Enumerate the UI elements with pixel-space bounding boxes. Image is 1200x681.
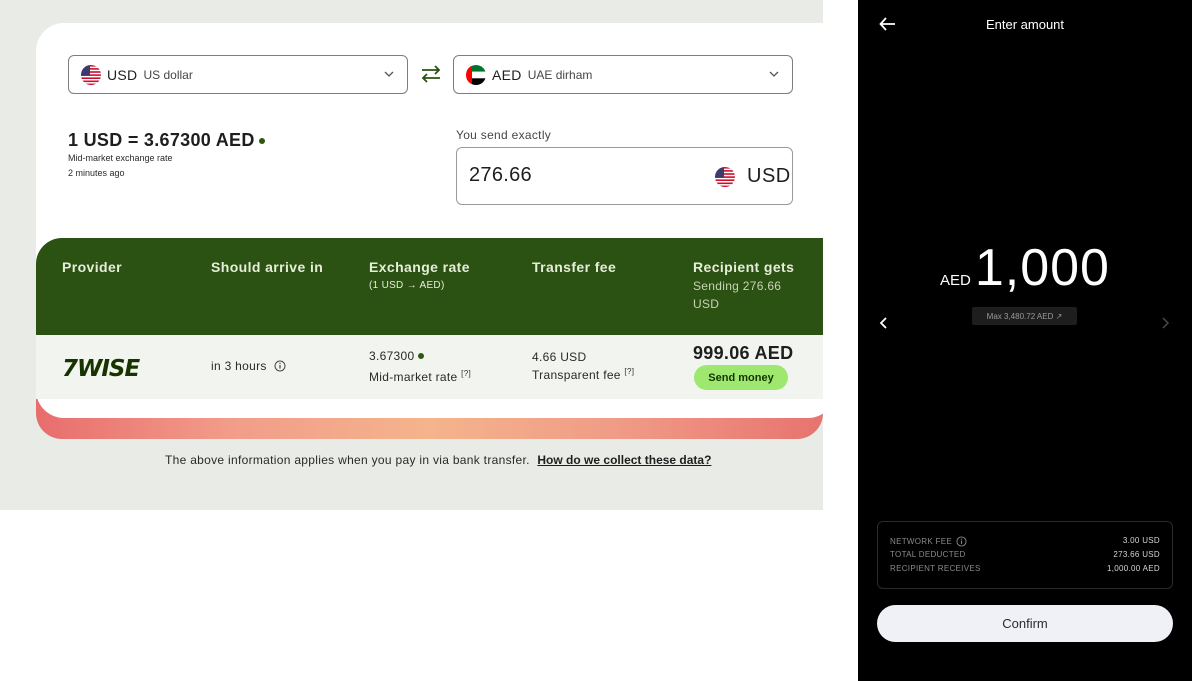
arrival-time: in 3 hours	[211, 359, 286, 373]
fee-summary: NETWORK FEE 3.00 USD TOTAL DEDUCTED 273.…	[877, 521, 1173, 589]
recipient-receives-value: 1,000.00 AED	[1107, 564, 1160, 573]
send-currency-code: USD	[747, 165, 791, 187]
max-amount-button[interactable]: Max 3,480.72 AED ↗	[972, 307, 1077, 325]
send-currency: USD	[703, 165, 791, 188]
header-arrive: Should arrive in	[211, 259, 324, 275]
confirm-button[interactable]: Confirm	[877, 605, 1173, 642]
fee-type-text: Transparent fee	[532, 368, 621, 382]
live-rate-dot-icon	[258, 137, 265, 144]
rate-help-link[interactable]: [?]	[461, 369, 471, 378]
arrival-time-text: in 3 hours	[211, 359, 267, 373]
rate-value: 3.67300	[369, 349, 425, 363]
from-currency-name: US dollar	[143, 67, 193, 82]
rate-note: Mid-market exchange rate	[68, 153, 173, 163]
recipient-amount: 999.06 AED	[693, 343, 794, 363]
recipient-receives-label: RECIPIENT RECEIVES	[890, 564, 981, 573]
info-icon[interactable]	[274, 360, 286, 372]
comparison-table-header: Provider Should arrive in Exchange rate …	[36, 238, 823, 335]
header-exchange-rate-sub: (1 USD → AED)	[369, 280, 445, 291]
uae-flag-icon	[466, 64, 486, 85]
us-flag-icon	[715, 166, 735, 187]
footnote: The above information applies when you p…	[165, 453, 711, 467]
rate-type-text: Mid-market rate	[369, 370, 458, 384]
window-edge	[1192, 0, 1200, 681]
fee-help-link[interactable]: [?]	[624, 367, 634, 376]
table-row: 7WISE in 3 hours 3.67300 Mid-market rate…	[36, 335, 823, 399]
page-whitespace	[0, 510, 858, 681]
header-recipient-gets: Recipient gets	[693, 259, 795, 275]
page: USD US dollar AED UAE dirham 1 USD = 3.6…	[0, 0, 1200, 681]
svg-text:7WISE: 7WISE	[62, 356, 140, 379]
rate-value-text: 3.67300	[369, 349, 415, 363]
exchange-rate-headline: 1 USD = 3.67300 AED	[68, 130, 265, 151]
panel-title: Enter amount	[985, 17, 1065, 32]
wise-logo: 7WISE	[62, 356, 141, 379]
total-deducted-label: TOTAL DEDUCTED	[890, 550, 966, 559]
chevron-down-icon	[384, 71, 394, 77]
swap-currencies-icon[interactable]	[419, 64, 443, 84]
us-flag-icon	[81, 64, 101, 85]
network-fee-value: 3.00 USD	[1122, 536, 1160, 545]
header-transfer-fee: Transfer fee	[532, 259, 617, 275]
rate-timestamp: 2 minutes ago	[68, 168, 125, 178]
send-amount-field[interactable]: 276.66 USD	[456, 147, 793, 205]
send-money-button[interactable]: Send money	[694, 365, 788, 390]
amount-value: 1,000	[974, 239, 1110, 297]
send-amount-label: You send exactly	[456, 128, 552, 142]
from-currency-select[interactable]: USD US dollar	[68, 55, 408, 94]
chevron-down-icon	[769, 71, 779, 77]
network-fee-label: NETWORK FEE	[890, 536, 967, 547]
fee-value: 4.66 USD	[532, 350, 587, 364]
enter-amount-panel: Enter amount AED 1,000 Max 3,480.72 AED …	[858, 0, 1192, 681]
send-amount-value: 276.66	[469, 164, 532, 186]
total-deducted-value: 273.66 USD	[1113, 550, 1160, 559]
live-rate-dot-icon	[418, 353, 425, 359]
from-currency-code: USD	[107, 66, 138, 83]
to-currency-code: AED	[492, 66, 522, 83]
header-exchange-rate: Exchange rate	[369, 259, 470, 275]
network-fee-label-text: NETWORK FEE	[890, 537, 952, 546]
to-currency-name: UAE dirham	[527, 67, 593, 82]
rate-type: Mid-market rate [?]	[369, 369, 471, 384]
fee-type: Transparent fee [?]	[532, 367, 634, 382]
info-icon[interactable]	[956, 536, 967, 547]
chevron-left-icon[interactable]	[878, 316, 890, 330]
to-currency-select[interactable]: AED UAE dirham	[453, 55, 793, 94]
chevron-right-icon[interactable]	[1159, 316, 1171, 330]
header-provider: Provider	[62, 259, 122, 275]
exchange-rate-text: 1 USD = 3.67300 AED	[68, 130, 255, 150]
amount-display[interactable]: AED 1,000	[858, 238, 1192, 298]
amount-currency: AED	[940, 272, 971, 289]
header-recipient-sub: Sending 276.66 USD	[693, 279, 782, 311]
footnote-text: The above information applies when you p…	[165, 453, 530, 467]
data-collection-link[interactable]: How do we collect these data?	[537, 453, 711, 467]
